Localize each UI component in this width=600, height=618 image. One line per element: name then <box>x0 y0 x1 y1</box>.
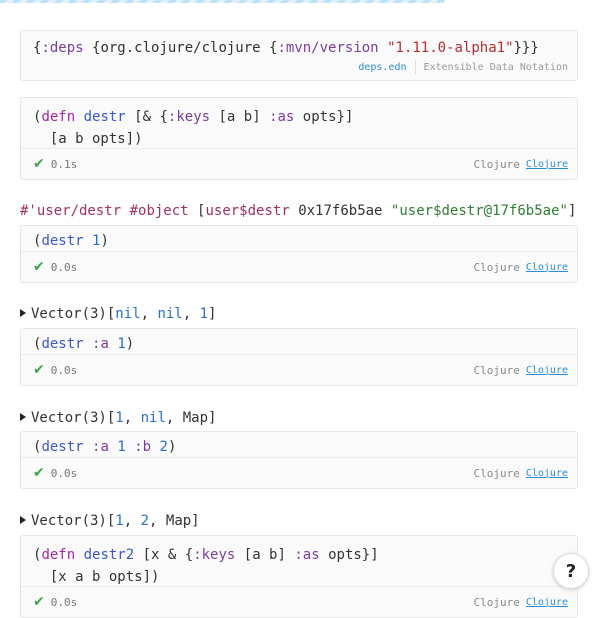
exec-time: 0.0s <box>50 260 78 274</box>
cell-footer: ✔ 0.0s Clojure Clojure <box>21 586 577 617</box>
cell-code[interactable]: (destr 1) <box>21 226 577 252</box>
progress-bar <box>0 0 445 3</box>
filename-label[interactable]: deps.edn <box>358 62 406 73</box>
cell-code[interactable]: (defn destr2 [x & {:keys [a b] :as opts}… <box>21 536 577 588</box>
cell-footer: ✔ 0.0s Clojure Clojure <box>21 354 577 385</box>
exec-time: 0.0s <box>50 595 78 609</box>
cell-code[interactable]: (destr :a 1 :b 2) <box>21 432 577 458</box>
language-link[interactable]: Clojure <box>526 597 568 608</box>
cell-code[interactable]: (defn destr [& {:keys [a b] :as opts}] [… <box>21 98 577 150</box>
help-button[interactable]: ? <box>553 553 589 589</box>
cell-result[interactable]: Vector(3)[1, nil, Map] <box>20 408 216 428</box>
code-cell[interactable]: (defn destr [& {:keys [a b] :as opts}] [… <box>20 97 578 180</box>
language-label: Clojure <box>473 157 520 171</box>
deps-code[interactable]: {:deps {org.clojure/clojure {:mvn/versio… <box>21 31 577 59</box>
check-icon: ✔ <box>33 362 45 378</box>
divider <box>414 60 416 74</box>
code-cell[interactable]: (destr :a 1) ✔ 0.0s Clojure Clojure <box>20 328 578 386</box>
code-cell[interactable]: (destr 1) ✔ 0.0s Clojure Clojure <box>20 225 578 283</box>
code-cell[interactable]: (defn destr2 [x & {:keys [a b] :as opts}… <box>20 535 578 618</box>
language-label: Clojure <box>473 363 520 377</box>
exec-time: 0.0s <box>50 466 78 480</box>
cell-result[interactable]: #'user/destr #object [user$destr 0x17f6b… <box>20 201 576 221</box>
check-icon: ✔ <box>33 259 45 275</box>
check-icon: ✔ <box>33 156 45 172</box>
check-icon: ✔ <box>33 594 45 610</box>
cell-footer: ✔ 0.0s Clojure Clojure <box>21 251 577 282</box>
language-label: Clojure <box>473 260 520 274</box>
language-link[interactable]: Clojure <box>526 159 568 170</box>
question-icon: ? <box>565 560 577 582</box>
cell-footer: ✔ 0.1s Clojure Clojure <box>21 148 577 179</box>
triangle-right-icon[interactable] <box>20 413 26 421</box>
deps-footer: deps.edn Extensible Data Notation <box>358 60 568 74</box>
triangle-right-icon[interactable] <box>20 516 26 524</box>
code-cell[interactable]: (destr :a 1 :b 2) ✔ 0.0s Clojure Clojure <box>20 431 578 489</box>
triangle-right-icon[interactable] <box>20 309 26 317</box>
exec-time: 0.0s <box>50 363 78 377</box>
language-link[interactable]: Clojure <box>526 262 568 273</box>
cell-footer: ✔ 0.0s Clojure Clojure <box>21 457 577 488</box>
cell-result[interactable]: Vector(3)[nil, nil, 1] <box>20 304 216 324</box>
exec-time: 0.1s <box>50 157 78 171</box>
language-link[interactable]: Clojure <box>526 365 568 376</box>
cell-result[interactable]: Vector(3)[1, 2, Map] <box>20 511 200 531</box>
language-label: Clojure <box>473 595 520 609</box>
language-label: Clojure <box>473 466 520 480</box>
language-link[interactable]: Clojure <box>526 468 568 479</box>
deps-cell[interactable]: {:deps {org.clojure/clojure {:mvn/versio… <box>20 30 578 81</box>
file-description: Extensible Data Notation <box>423 61 569 73</box>
cell-code[interactable]: (destr :a 1) <box>21 329 577 355</box>
check-icon: ✔ <box>33 465 45 481</box>
